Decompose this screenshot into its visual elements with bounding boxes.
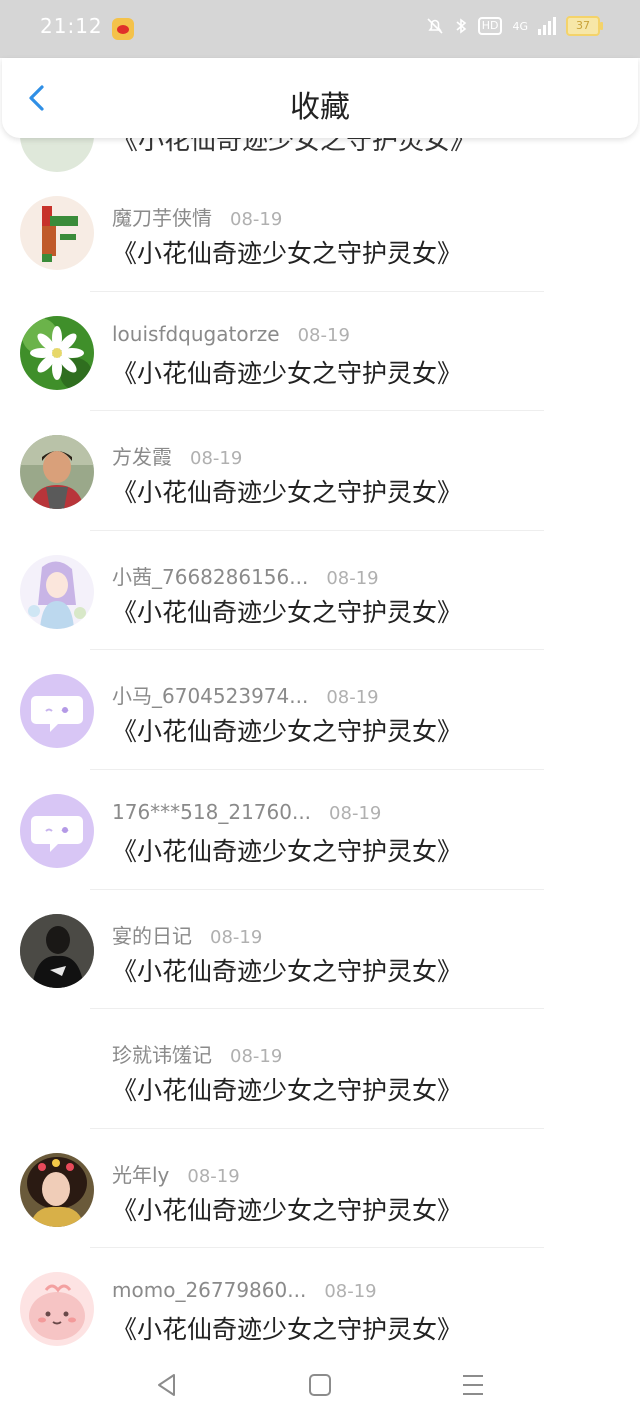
- message-text: 《小花仙奇迹少女之守护灵女》: [112, 956, 463, 986]
- avatar[interactable]: [20, 196, 94, 270]
- nav-home-icon[interactable]: [307, 1372, 333, 1398]
- list-item[interactable]: 小茜_7668286156... 08-19 《小花仙奇迹少女之守护灵女》: [0, 531, 640, 651]
- date: 08-19: [329, 802, 382, 824]
- date: 08-19: [230, 1046, 283, 1068]
- avatar[interactable]: [20, 1272, 94, 1347]
- list-item[interactable]: 176***518_21760... 08-19 《小花仙奇迹少女之守护灵女》: [0, 770, 640, 890]
- message-text: 《小花仙奇迹少女之守护灵女》: [112, 597, 463, 627]
- hd-badge: HD: [477, 17, 503, 35]
- list-item[interactable]: 宴的日记 08-19 《小花仙奇迹少女之守护灵女》: [0, 890, 640, 1010]
- status-time: 21:12: [40, 14, 103, 38]
- signal-icon: [538, 17, 556, 35]
- message-text: 《小花仙奇迹少女之守护灵女》: [112, 1076, 463, 1106]
- list-item[interactable]: 方发霞 08-19 《小花仙奇迹少女之守护灵女》: [0, 411, 640, 531]
- avatar[interactable]: [20, 674, 94, 749]
- status-icons: HD 4G 37: [426, 16, 603, 36]
- date: 08-19: [297, 324, 350, 346]
- message-text: 《小花仙奇迹少女之守护灵女》: [112, 717, 463, 747]
- username: louisfdqugatorze: [112, 321, 280, 346]
- avatar[interactable]: [20, 913, 94, 988]
- list-item[interactable]: 光年ly 08-19 《小花仙奇迹少女之守护灵女》: [0, 1129, 640, 1249]
- message-text: 《小花仙奇迹少女之守护灵女》: [112, 138, 477, 156]
- username: 小茜_7668286156...: [112, 564, 309, 589]
- date: 08-19: [190, 448, 243, 470]
- favorites-list: 魔刀芋侠情 08-19 《小花仙奇迹少女之守护灵女》 louisfdqugator…: [0, 172, 640, 1368]
- page-title: 收藏: [290, 90, 350, 125]
- username: 176***518_21760...: [112, 799, 312, 824]
- system-nav-bar: [0, 1350, 640, 1422]
- avatar: [20, 138, 94, 172]
- username: momo_26779860...: [112, 1278, 307, 1303]
- bluetooth-icon: [456, 18, 466, 34]
- date: 08-19: [187, 1165, 240, 1187]
- username: 小马_6704523974...: [112, 684, 309, 709]
- username: 光年ly: [112, 1162, 170, 1187]
- avatar[interactable]: [20, 793, 94, 868]
- nav-menu-icon[interactable]: [460, 1372, 486, 1398]
- message-text: 《小花仙奇迹少女之守护灵女》: [112, 836, 463, 866]
- weibo-notification-icon: [112, 18, 134, 40]
- network-type: 4G: [512, 19, 528, 33]
- date: 08-19: [324, 1281, 377, 1303]
- status-bar: 21:12 HD 4G 37: [0, 0, 640, 58]
- nav-back-icon[interactable]: [154, 1372, 180, 1398]
- message-text: 《小花仙奇迹少女之守护灵女》: [112, 1315, 463, 1345]
- list-item-partial[interactable]: 《小花仙奇迹少女之守护灵女》: [0, 138, 640, 172]
- page-header: 收藏: [2, 58, 638, 138]
- message-text: 《小花仙奇迹少女之守护灵女》: [112, 239, 463, 268]
- list-item[interactable]: 魔刀芋侠情 08-19 《小花仙奇迹少女之守护灵女》: [0, 172, 640, 292]
- avatar[interactable]: [20, 554, 94, 629]
- list-item[interactable]: louisfdqugatorze 08-19 《小花仙奇迹少女之守护灵女》: [0, 292, 640, 412]
- username: 魔刀芋侠情: [112, 206, 212, 230]
- message-text: 《小花仙奇迹少女之守护灵女》: [112, 478, 463, 508]
- username: 方发霞: [112, 445, 172, 470]
- avatar[interactable]: [20, 1152, 94, 1227]
- date: 08-19: [326, 687, 379, 709]
- avatar[interactable]: [20, 315, 94, 390]
- date: 08-19: [210, 926, 263, 948]
- message-text: 《小花仙奇迹少女之守护灵女》: [112, 1195, 463, 1225]
- avatar[interactable]: [20, 435, 94, 510]
- message-text: 《小花仙奇迹少女之守护灵女》: [112, 358, 463, 388]
- battery-icon: 37: [566, 16, 603, 36]
- list-item[interactable]: 珍就讳馐记 08-19 《小花仙奇迹少女之守护灵女》: [0, 1009, 640, 1129]
- date: 08-19: [326, 567, 379, 589]
- username: 珍就讳馐记: [112, 1043, 212, 1068]
- username: 宴的日记: [112, 923, 192, 948]
- date: 08-19: [230, 209, 283, 230]
- mute-bell-icon: [427, 18, 443, 34]
- list-item[interactable]: 小马_6704523974... 08-19 《小花仙奇迹少女之守护灵女》: [0, 650, 640, 770]
